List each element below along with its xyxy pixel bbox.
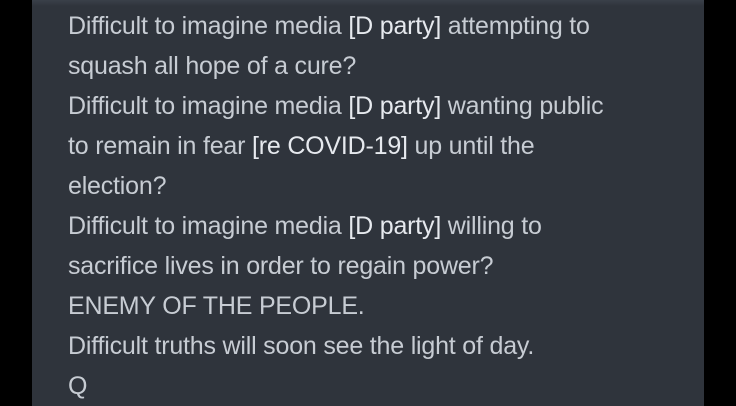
- post-line: to remain in fear [re COVID-19] up until…: [68, 126, 688, 166]
- post-line: election?: [68, 166, 688, 206]
- post-text: wanting public: [441, 92, 604, 120]
- post-text: squash all hope of a cure?: [68, 52, 357, 80]
- post-text: election?: [68, 172, 167, 200]
- post-text: Difficult to imagine media: [68, 12, 349, 40]
- post-line: sacrifice lives in order to regain power…: [68, 246, 688, 286]
- post-text: Difficult to imagine media: [68, 212, 349, 240]
- post-text: ENEMY OF THE PEOPLE.: [68, 292, 365, 320]
- post-line: ENEMY OF THE PEOPLE.: [68, 286, 688, 326]
- post-line: Difficult to imagine media [D party] wil…: [68, 206, 688, 246]
- post-tag: [re COVID-19]: [252, 132, 408, 160]
- post-text: sacrifice lives in order to regain power…: [68, 252, 494, 280]
- post-line: Difficult truths will soon see the light…: [68, 326, 688, 366]
- post-panel: Difficult to imagine media [D party] att…: [32, 0, 704, 406]
- post-line: Difficult to imagine media [D party] att…: [68, 6, 688, 46]
- post-text: to remain in fear: [68, 132, 252, 160]
- post-text: up until the: [407, 132, 535, 160]
- screenshot-frame: Difficult to imagine media [D party] att…: [0, 0, 736, 406]
- post-text: Difficult to imagine media: [68, 92, 349, 120]
- post-line: Difficult to imagine media [D party] wan…: [68, 86, 688, 126]
- post-line: squash all hope of a cure?: [68, 46, 688, 86]
- post-text: Difficult truths will soon see the light…: [68, 332, 535, 360]
- post-tag: [D party]: [348, 212, 442, 240]
- post-tag: [D party]: [348, 92, 442, 120]
- post-text: attempting to: [441, 12, 590, 40]
- post-body: Difficult to imagine media [D party] att…: [68, 6, 688, 406]
- post-tag: [D party]: [348, 12, 442, 40]
- post-text: willing to: [441, 212, 542, 240]
- post-line: Q: [68, 366, 688, 406]
- post-signature: Q: [68, 372, 88, 400]
